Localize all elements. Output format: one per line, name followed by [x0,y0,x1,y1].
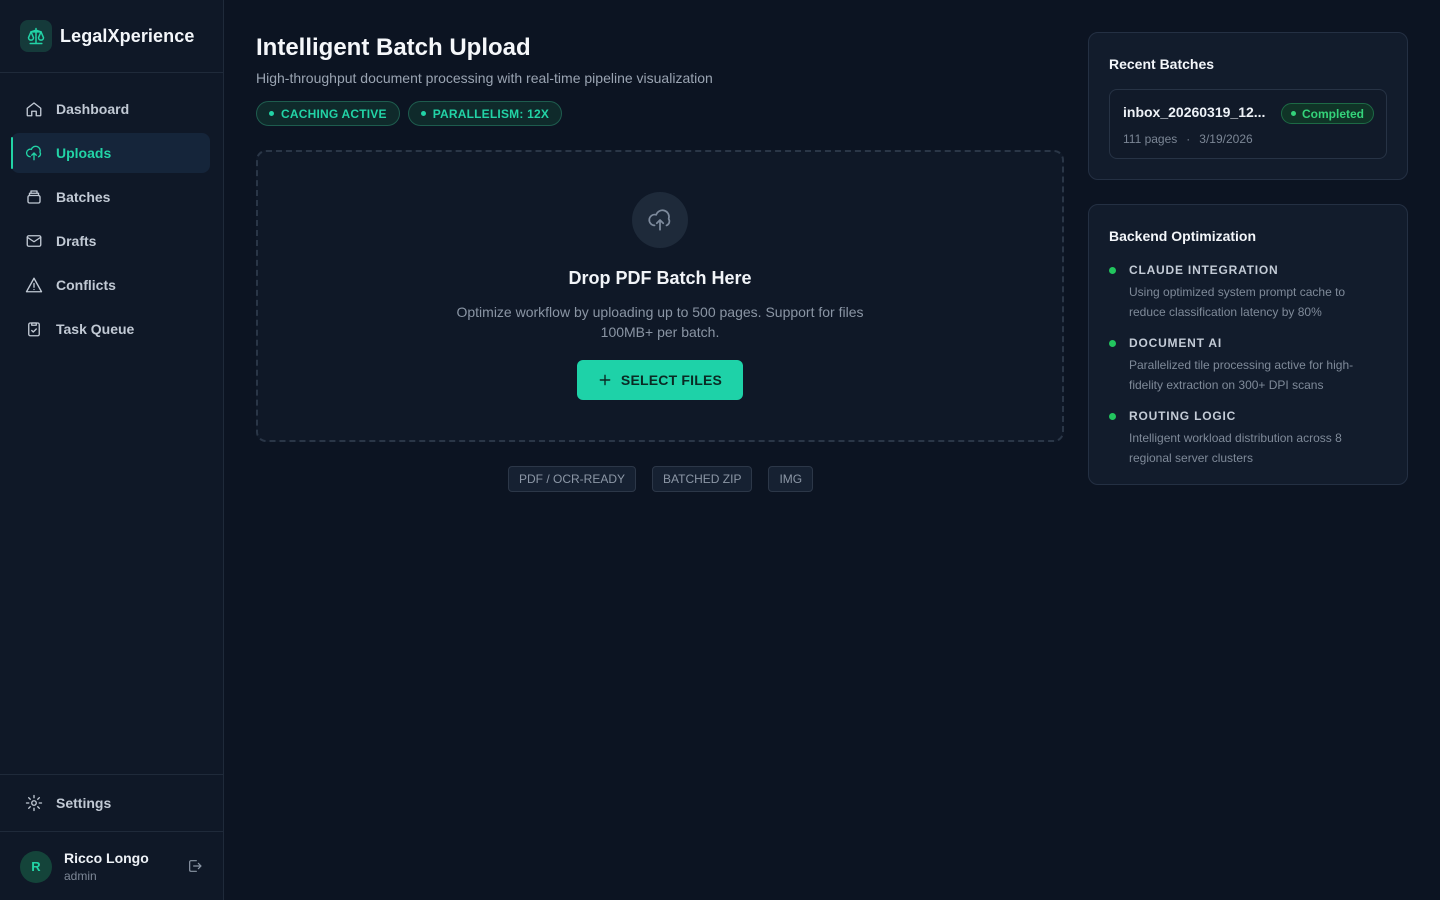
gear-icon [25,794,43,812]
recent-batches-panel: Recent Batches inbox_20260319_12... Comp… [1088,32,1408,180]
caching-pill: CACHING ACTIVE [256,101,400,126]
optimization-description: Parallelized tile processing active for … [1129,358,1354,392]
select-files-button[interactable]: SELECT FILES [577,360,743,400]
brand[interactable]: LegalXperience [0,0,223,73]
user-role: admin [64,869,97,883]
warning-icon [25,277,43,293]
brand-name: LegalXperience [60,25,195,46]
pill-label: CACHING ACTIVE [281,106,387,121]
user-profile[interactable]: R Ricco Longo admin [0,832,223,900]
nav-item-settings[interactable]: Settings [0,775,223,832]
batch-date: 3/19/2026 [1199,132,1253,146]
upload-cloud-icon [632,192,688,248]
page-title: Intelligent Batch Upload [256,34,531,61]
nav-label: Drafts [56,233,97,249]
status-dot [1109,267,1116,274]
nav-label: Conflicts [56,277,116,293]
optimization-description: Using optimized system prompt cache to r… [1129,285,1346,319]
nav-label: Dashboard [56,101,130,117]
nav-label: Task Queue [56,321,135,337]
panel-title: Recent Batches [1109,56,1215,72]
main-nav: Dashboard Uploads Batches Drafts Conflic… [0,73,223,349]
panel-title: Backend Optimization [1109,228,1257,244]
separator: · [1186,132,1191,146]
optimization-item: CLAUDE INTEGRATION Using optimized syste… [1109,263,1389,322]
mail-icon [26,235,42,247]
backend-optimization-panel: Backend Optimization CLAUDE INTEGRATION … [1088,204,1408,485]
status-dot [1290,111,1296,116]
batch-pages: 111 pages [1123,132,1178,146]
avatar: R [20,850,52,883]
optimization-item: ROUTING LOGIC Intelligent workload distr… [1109,409,1389,468]
optimization-description: Intelligent workload distribution across… [1129,431,1342,465]
parallelism-pill: PARALLELISM: 12X [407,101,563,126]
format-tag: BATCHED ZIP [652,466,753,492]
status-dot [420,111,426,116]
optimization-heading: ROUTING LOGIC [1129,409,1237,423]
dropzone-title: Drop PDF Batch Here [568,268,752,288]
optimization-heading: DOCUMENT AI [1129,336,1223,350]
clipboard-check-icon [28,322,40,337]
user-name: Ricco Longo [64,850,149,866]
supported-formats: PDF / OCR-READY BATCHED ZIP IMG [508,466,814,492]
batch-card[interactable]: inbox_20260319_12... Completed 111 pages… [1109,89,1387,159]
nav-label: Uploads [56,145,112,161]
nav-item-uploads[interactable]: Uploads [11,133,210,173]
nav-item-conflicts[interactable]: Conflicts [11,265,210,305]
nav-item-dashboard[interactable]: Dashboard [11,89,210,129]
plus-icon [599,374,611,386]
nav-item-task-queue[interactable]: Task Queue [11,309,210,349]
dropzone-description: Optimize workflow by uploading up to 500… [456,304,864,340]
batch-meta: 111 pages · 3/19/2026 [1123,132,1253,146]
status-badge: Completed [1280,103,1374,124]
pill-label: PARALLELISM: 12X [432,106,550,121]
scales-icon [20,20,52,52]
sidebar: LegalXperience Dashboard Uploads Batches… [0,0,224,900]
nav-item-batches[interactable]: Batches [11,177,210,217]
optimization-heading: CLAUDE INTEGRATION [1129,263,1279,277]
nav-item-drafts[interactable]: Drafts [11,221,210,261]
logout-icon[interactable] [187,858,203,874]
batch-name: inbox_20260319_12... [1123,104,1266,120]
page-subtitle: High-throughput document processing with… [256,70,713,86]
status-dot [269,111,274,116]
upload-dropzone[interactable]: Drop PDF Batch Here Optimize workflow by… [256,150,1064,442]
format-tag: IMG [768,466,814,492]
format-tag: PDF / OCR-READY [508,466,637,492]
status-label: Completed [1301,106,1364,121]
home-icon [26,102,42,117]
layers-icon [27,190,41,204]
nav-label: Batches [56,189,111,205]
upload-cloud-icon [25,145,42,161]
settings-label: Settings [56,795,112,811]
status-dot [1109,413,1116,420]
optimization-item: DOCUMENT AI Parallelized tile processing… [1109,336,1389,395]
status-dot [1109,340,1116,347]
status-pills: CACHING ACTIVE PARALLELISM: 12X [256,101,563,126]
sidebar-footer: Settings R Ricco Longo admin [0,774,223,900]
select-files-label: SELECT FILES [620,372,723,388]
